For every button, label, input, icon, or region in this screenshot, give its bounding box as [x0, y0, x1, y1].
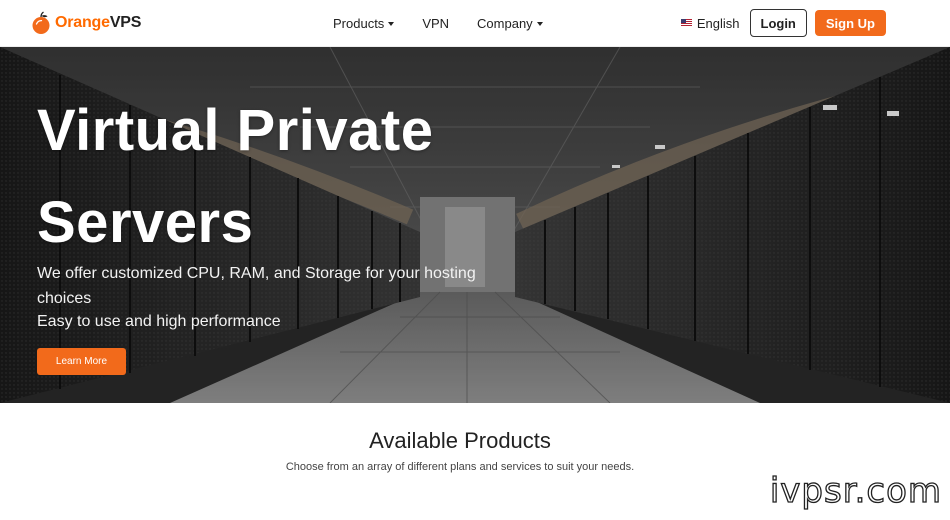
caret-down-icon [536, 21, 543, 26]
nav-actions: English Login Sign Up [680, 9, 886, 37]
caret-down-icon [388, 21, 395, 26]
nav-item-products[interactable]: Products [333, 16, 395, 31]
nav-item-label: Company [477, 16, 533, 31]
watermark: ivpsr.com [769, 470, 942, 511]
learn-more-button[interactable]: Learn More [37, 348, 126, 375]
nav-item-vpn[interactable]: VPN [422, 16, 449, 31]
us-flag-icon [680, 19, 692, 27]
signup-button[interactable]: Sign Up [814, 10, 886, 36]
hero-title: Virtual Private Servers [37, 98, 434, 255]
nav-item-company[interactable]: Company [477, 16, 543, 31]
nav-item-label: VPN [422, 16, 450, 31]
orange-fruit-icon [32, 11, 50, 34]
main-nav: Products VPN Company [333, 0, 543, 47]
nav-item-label: Products [333, 16, 385, 31]
available-products-heading: Available Products [369, 428, 551, 453]
brand-name: OrangeVPS [55, 14, 142, 31]
top-navbar: OrangeVPS Products VPN Company English L… [0, 0, 950, 47]
brand-logo-link[interactable]: OrangeVPS [31, 6, 141, 40]
hero-section: Virtual Private Servers We offer customi… [0, 47, 950, 403]
language-selector[interactable]: English [680, 15, 740, 31]
language-label: English [696, 15, 740, 31]
login-button[interactable]: Login [749, 9, 807, 37]
hero-subtitle: We offer customized CPU, RAM, and Storag… [37, 265, 476, 307]
hero-subtitle-secondary: Easy to use and high performance [37, 313, 281, 330]
